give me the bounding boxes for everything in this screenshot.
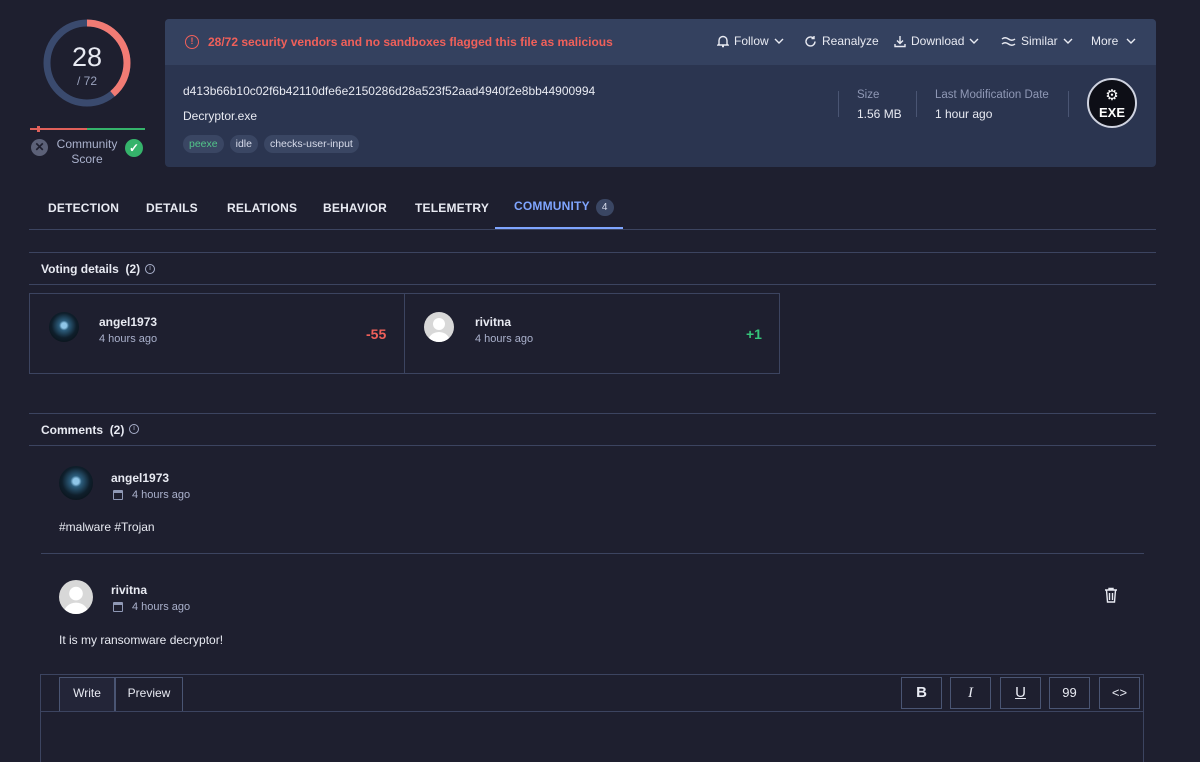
tag-idle[interactable]: idle — [229, 135, 258, 153]
divider — [29, 284, 1156, 285]
user-silhouette-icon — [428, 318, 450, 342]
user-silhouette-icon — [63, 586, 89, 614]
quote-button[interactable]: 99 — [1049, 677, 1090, 709]
vote-card: angel1973 4 hours ago -55 — [29, 293, 405, 374]
calendar-icon — [113, 490, 123, 500]
comment-textarea[interactable] — [41, 712, 1143, 762]
info-icon[interactable]: i — [145, 264, 155, 274]
divider — [838, 91, 839, 117]
detection-total: / 72 — [76, 74, 97, 88]
italic-button[interactable]: I — [950, 677, 991, 709]
community-positive-icon: ✓ — [125, 139, 143, 157]
similar-icon — [1001, 36, 1016, 46]
bold-button[interactable]: B — [901, 677, 942, 709]
tab-divider — [29, 229, 1156, 230]
comment-text: #malware #Trojan — [59, 520, 155, 534]
detection-score-gauge: 28 / 72 — [40, 16, 134, 110]
chevron-down-icon — [1063, 38, 1073, 44]
bell-icon — [717, 35, 729, 47]
vote-time: 4 hours ago — [99, 333, 158, 345]
file-name: Decryptor.exe — [183, 109, 258, 123]
editor-write-tab[interactable]: Write — [59, 677, 115, 711]
follow-button[interactable]: Follow — [717, 34, 784, 48]
delete-comment-icon[interactable] — [1104, 587, 1118, 603]
avatar[interactable] — [59, 580, 93, 614]
refresh-icon — [805, 35, 816, 47]
tab-community[interactable]: COMMUNITY 4 — [514, 199, 614, 216]
file-type-badge: ⚙ EXE — [1087, 78, 1137, 128]
tab-detection[interactable]: DETECTION — [48, 201, 119, 215]
vote-score: +1 — [746, 326, 762, 342]
community-score-bar — [30, 126, 145, 132]
tag-checks-user-input[interactable]: checks-user-input — [263, 135, 359, 153]
divider — [29, 252, 1156, 253]
detection-count: 28 — [71, 42, 103, 72]
settings-icon: ⚙ — [1105, 87, 1119, 104]
modification-date-label: Last Modification Date — [935, 89, 1049, 101]
avatar[interactable] — [424, 312, 454, 342]
comment-time: 4 hours ago — [132, 489, 191, 501]
calendar-icon — [113, 602, 123, 612]
file-tags: peexe idle checks-user-input — [183, 135, 359, 153]
tab-relations[interactable]: RELATIONS — [227, 201, 297, 215]
file-summary-card: ! 28/72 security vendors and no sandboxe… — [165, 19, 1156, 167]
tab-behavior[interactable]: BEHAVIOR — [323, 201, 387, 215]
vote-score: -55 — [366, 326, 387, 342]
comment-text: It is my ransomware decryptor! — [59, 633, 224, 647]
chevron-down-icon — [774, 38, 784, 44]
more-button[interactable]: More — [1091, 34, 1136, 48]
download-button[interactable]: Download — [894, 34, 979, 48]
alert-message: 28/72 security vendors and no sandboxes … — [208, 35, 613, 49]
divider — [916, 91, 917, 117]
modification-date-value: 1 hour ago — [935, 107, 993, 121]
code-button[interactable]: <> — [1099, 677, 1140, 709]
divider — [1068, 91, 1069, 117]
reanalyze-button[interactable]: Reanalyze — [804, 34, 879, 48]
vote-username[interactable]: angel1973 — [99, 315, 157, 329]
underline-button[interactable]: U — [1000, 677, 1041, 709]
tab-telemetry[interactable]: TELEMETRY — [415, 201, 489, 215]
alert-icon: ! — [185, 35, 199, 49]
tab-community-label: COMMUNITY — [514, 199, 590, 213]
alert-strip: ! 28/72 security vendors and no sandboxe… — [165, 19, 1156, 65]
editor-preview-tab[interactable]: Preview — [115, 677, 183, 711]
comments-title: Comments (2) — [41, 423, 125, 437]
file-type-label: EXE — [1098, 105, 1125, 120]
chevron-down-icon — [1126, 38, 1136, 44]
community-negative-icon: ✕ — [31, 139, 48, 156]
divider — [29, 413, 1156, 414]
size-value: 1.56 MB — [857, 107, 902, 121]
avatar[interactable] — [49, 312, 79, 342]
tag-peexe[interactable]: peexe — [183, 135, 224, 153]
vote-time: 4 hours ago — [475, 333, 534, 345]
vote-username[interactable]: rivitna — [475, 315, 511, 329]
voting-details-title: Voting details (2) — [41, 262, 141, 276]
comment-username[interactable]: angel1973 — [111, 471, 169, 485]
tab-community-badge: 4 — [595, 199, 614, 216]
vote-card: rivitna 4 hours ago +1 — [404, 293, 780, 374]
divider — [29, 445, 1156, 446]
file-hash[interactable]: d413b66b10c02f6b42110dfe6e2150286d28a523… — [183, 84, 595, 98]
divider — [41, 553, 1144, 554]
community-score-label: Community Score — [56, 137, 118, 166]
chevron-down-icon — [969, 38, 979, 44]
size-label: Size — [857, 89, 880, 101]
avatar[interactable] — [59, 466, 93, 500]
info-icon[interactable]: i — [129, 424, 139, 434]
download-icon — [894, 35, 906, 47]
similar-button[interactable]: Similar — [1001, 34, 1073, 48]
tab-details[interactable]: DETAILS — [146, 201, 198, 215]
comment-time: 4 hours ago — [132, 601, 191, 613]
comment-username[interactable]: rivitna — [111, 583, 147, 597]
